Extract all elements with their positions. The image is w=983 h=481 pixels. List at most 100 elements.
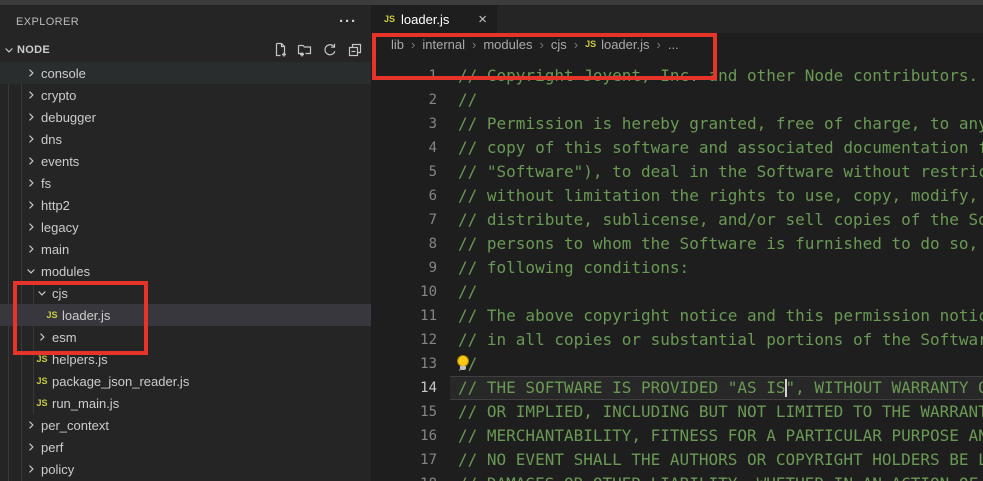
code-line-11[interactable]: 11// The above copyright notice and this…	[371, 304, 983, 328]
new-file-icon[interactable]	[270, 40, 290, 60]
tree-item-label: fs	[41, 176, 51, 191]
tree-item-console[interactable]: console	[0, 62, 371, 84]
code-line-15[interactable]: 15// OR IMPLIED, INCLUDING BUT NOT LIMIT…	[371, 400, 983, 424]
collapse-all-icon[interactable]	[345, 40, 365, 60]
code-line-1[interactable]: 1// Copyright Joyent, Inc. and other Nod…	[371, 64, 983, 88]
js-file-icon: JS	[34, 376, 50, 386]
tree-item-label: modules	[41, 264, 90, 279]
tree-item-dns[interactable]: dns	[0, 128, 371, 150]
code-line-5[interactable]: 5 // "Software"), to deal in the Software…	[371, 160, 983, 184]
chevron-right-icon	[23, 111, 39, 123]
code-line-3[interactable]: 3// Permission is hereby granted, free o…	[371, 112, 983, 136]
more-actions-icon[interactable]: ···	[339, 17, 357, 27]
tree-item-main[interactable]: main	[0, 238, 371, 260]
tree-item-package-json-reader-js[interactable]: JSpackage_json_reader.js	[0, 370, 371, 392]
chevron-right-icon: ›	[472, 37, 476, 52]
chevron-down-icon	[23, 265, 39, 277]
line-number: 1	[371, 64, 437, 88]
code-line-8[interactable]: 8// persons to whom the Software is furn…	[371, 232, 983, 256]
code-line-4[interactable]: 4// copy of this software and associated…	[371, 136, 983, 160]
code-line-2[interactable]: 2//	[371, 88, 983, 112]
breadcrumb-item-label: ...	[668, 37, 679, 52]
code-text: // "Software"), to deal in the Software …	[458, 160, 983, 184]
line-number: 17	[371, 448, 437, 472]
chevron-right-icon: ›	[574, 37, 578, 52]
breadcrumb-item-label: loader.js	[601, 37, 649, 52]
tree-item-label: package_json_reader.js	[52, 374, 189, 389]
tree-item-loader-js[interactable]: JSloader.js	[0, 304, 371, 326]
chevron-right-icon	[23, 199, 39, 211]
explorer-sidebar: EXPLORER ··· NODE consolecrypto debugger d…	[0, 5, 371, 481]
code-line-7[interactable]: 7// distribute, sublicense, and/or sell …	[371, 208, 983, 232]
breadcrumb-item-label: cjs	[551, 37, 567, 52]
line-number: 3	[371, 112, 437, 136]
code-text: //	[458, 280, 477, 304]
file-tree: consolecrypto debugger dns events fs http2leg…	[0, 62, 371, 480]
vscode-window: EXPLORER ··· NODE consolecrypto debugger d…	[0, 0, 983, 481]
chevron-right-icon	[23, 243, 39, 255]
line-number: 5	[371, 160, 437, 184]
code-text: // in all copies or substantial portions…	[458, 328, 983, 352]
tree-item-perf[interactable]: perf	[0, 436, 371, 458]
line-number: 13	[371, 352, 437, 376]
refresh-icon[interactable]	[320, 40, 340, 60]
js-file-icon: JS	[34, 398, 50, 408]
code-line-14[interactable]: 14// THE SOFTWARE IS PROVIDED "AS IS", W…	[371, 376, 983, 400]
line-number: 18	[371, 472, 437, 481]
chevron-right-icon	[23, 67, 39, 79]
tree-item-policy[interactable]: policy	[0, 458, 371, 480]
breadcrumb-item-modules[interactable]: modules	[483, 37, 532, 52]
node-section-header[interactable]: NODE	[0, 38, 371, 62]
code-line-12[interactable]: 12// in all copies or substantial portio…	[371, 328, 983, 352]
tree-item-http2[interactable]: http2	[0, 194, 371, 216]
js-file-icon: JS	[384, 14, 395, 24]
line-number: 14	[371, 376, 437, 400]
code-line-13[interactable]: 13//	[371, 352, 983, 376]
breadcrumb-item-internal[interactable]: internal	[422, 37, 465, 52]
tree-item-legacy[interactable]: legacy	[0, 216, 371, 238]
close-icon[interactable]: ×	[478, 12, 487, 27]
js-file-icon: JS	[44, 310, 60, 320]
tree-item-debugger[interactable]: debugger	[0, 106, 371, 128]
tree-item-helpers-js[interactable]: JShelpers.js	[0, 348, 371, 370]
tree-item-run-main-js[interactable]: JSrun_main.js	[0, 392, 371, 414]
tree-item-events[interactable]: events	[0, 150, 371, 172]
chevron-right-icon: ›	[411, 37, 415, 52]
chevron-right-icon: ›	[539, 37, 543, 52]
code-text: // copy of this software and associated …	[458, 136, 983, 160]
tree-item-modules[interactable]: modules	[0, 260, 371, 282]
code-line-17[interactable]: 17// NO EVENT SHALL THE AUTHORS OR COPYR…	[371, 448, 983, 472]
editor-group: JS loader.js × lib › internal › modules › cjs ›…	[371, 5, 983, 481]
explorer-header: EXPLORER ···	[0, 5, 371, 38]
chevron-down-icon	[3, 44, 15, 56]
code-line-18[interactable]: 18// DAMAGES OR OTHER LIABILITY, WHETHER…	[371, 472, 983, 481]
tree-item-crypto[interactable]: crypto	[0, 84, 371, 106]
code-line-10[interactable]: 10//	[371, 280, 983, 304]
tree-item-label: main	[41, 242, 69, 257]
tree-item-label: helpers.js	[52, 352, 108, 367]
tree-item-per-context[interactable]: per_context	[0, 414, 371, 436]
node-section-title: NODE	[17, 44, 50, 56]
breadcrumb-item-[interactable]: ...	[668, 37, 679, 52]
breadcrumb-item-loaderjs[interactable]: JSloader.js	[585, 37, 649, 52]
text-cursor	[785, 379, 787, 397]
lightbulb-icon[interactable]	[455, 355, 470, 372]
code-text: // without limitation the rights to use,…	[458, 184, 983, 208]
tab-loader-js[interactable]: JS loader.js ×	[371, 5, 497, 33]
chevron-right-icon	[23, 221, 39, 233]
breadcrumb-item-lib[interactable]: lib	[391, 37, 404, 52]
tree-item-label: dns	[41, 132, 62, 147]
tree-item-fs[interactable]: fs	[0, 172, 371, 194]
code-line-16[interactable]: 16// MERCHANTABILITY, FITNESS FOR A PART…	[371, 424, 983, 448]
tree-item-label: debugger	[41, 110, 96, 125]
tree-item-cjs[interactable]: cjs	[0, 282, 371, 304]
line-number: 8	[371, 232, 437, 256]
code-editor[interactable]: 1// Copyright Joyent, Inc. and other Nod…	[371, 55, 983, 481]
tree-item-esm[interactable]: esm	[0, 326, 371, 348]
new-folder-icon[interactable]	[295, 40, 315, 60]
breadcrumb-item-cjs[interactable]: cjs	[551, 37, 567, 52]
code-line-6[interactable]: 6// without limitation the rights to use…	[371, 184, 983, 208]
tree-item-label: per_context	[41, 418, 109, 433]
code-line-9[interactable]: 9// following conditions:	[371, 256, 983, 280]
code-text: // MERCHANTABILITY, FITNESS FOR A PARTIC…	[458, 424, 983, 448]
